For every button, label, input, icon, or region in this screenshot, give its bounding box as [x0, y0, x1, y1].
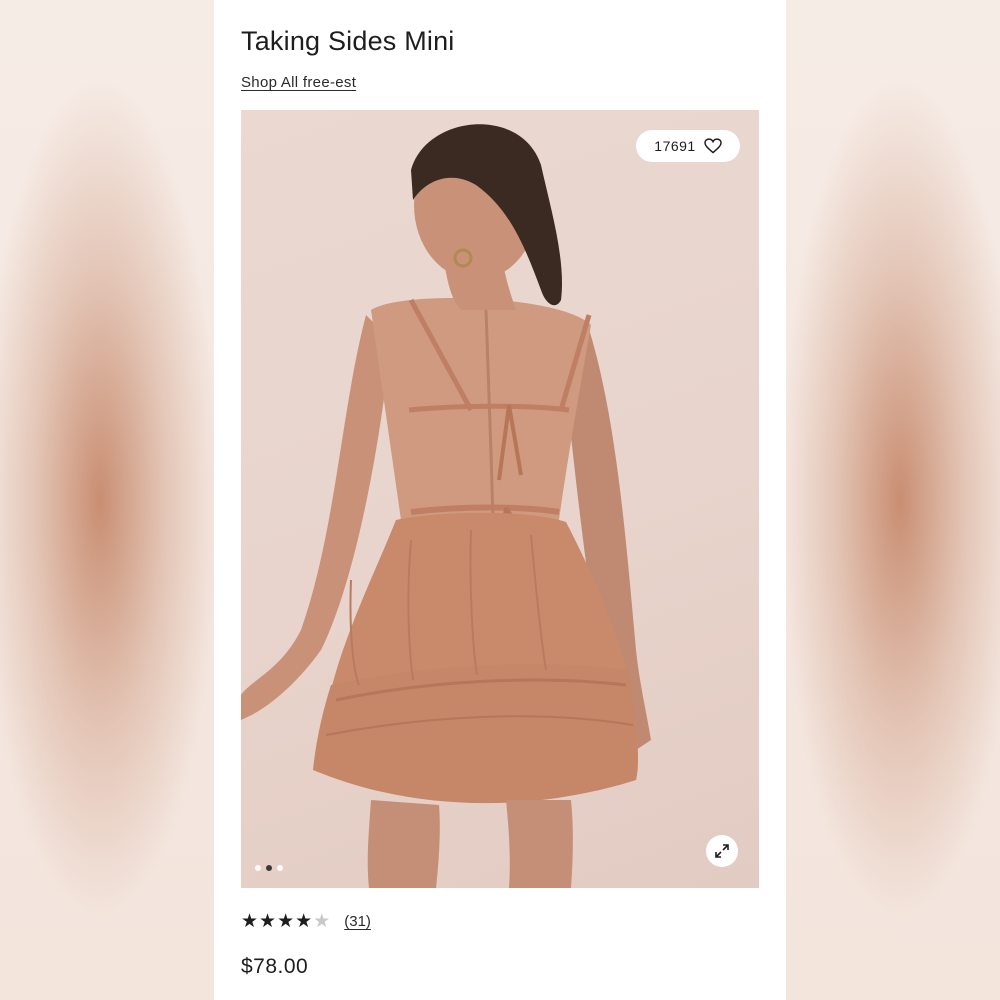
expand-icon	[715, 844, 729, 858]
model-photo	[241, 124, 651, 888]
favorite-button[interactable]: 17691	[636, 130, 740, 162]
star-icon: ★	[277, 911, 295, 932]
star-rating: ★ ★ ★ ★ ★	[241, 912, 330, 931]
gallery-dot-active[interactable]	[266, 865, 272, 871]
gallery-dot[interactable]	[277, 865, 283, 871]
shop-all-link[interactable]: Shop All free-est	[241, 74, 356, 91]
gallery-dot[interactable]	[255, 865, 261, 871]
star-icon: ★	[295, 911, 313, 932]
star-icon: ★	[241, 911, 259, 932]
expand-button[interactable]	[706, 835, 738, 867]
gallery-pagination	[255, 865, 283, 871]
product-card: Taking Sides Mini Shop All free-est 1769…	[214, 0, 786, 1000]
rating-row: ★ ★ ★ ★ ★ (31)	[241, 912, 371, 931]
product-image[interactable]: 17691	[241, 110, 759, 888]
product-price: $78.00	[241, 955, 309, 978]
review-count-link[interactable]: (31)	[344, 913, 371, 930]
product-title: Taking Sides Mini	[241, 26, 455, 56]
star-empty-icon: ★	[313, 911, 331, 932]
heart-icon	[703, 138, 722, 154]
favorites-count: 17691	[654, 138, 696, 154]
star-icon: ★	[259, 911, 277, 932]
